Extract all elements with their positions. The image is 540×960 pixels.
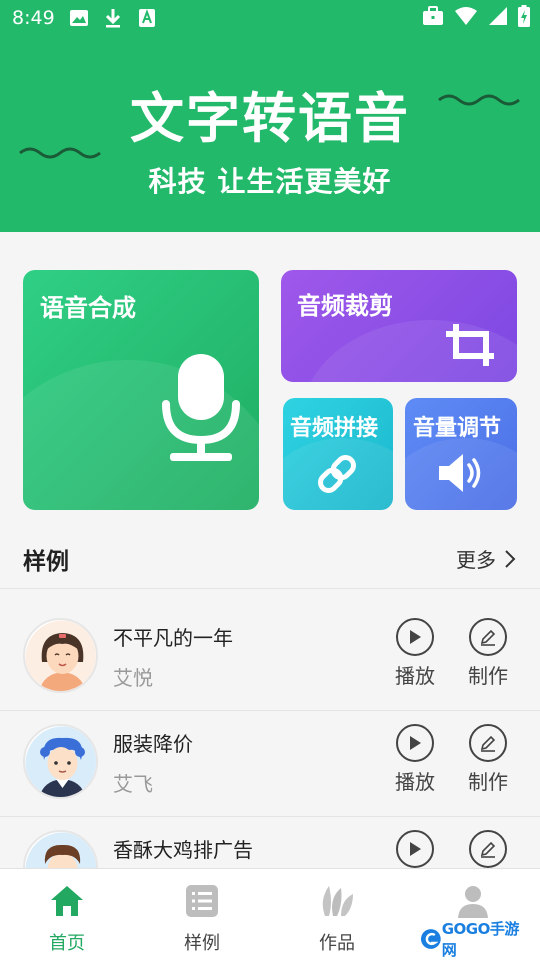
profile-icon <box>453 881 493 921</box>
samples-section-header: 样例 更多 <box>0 530 540 588</box>
make-button[interactable]: 制作 <box>466 724 510 795</box>
watermark-text: GOGO手游网 <box>441 920 520 959</box>
more-link[interactable]: 更多 <box>456 544 516 573</box>
image-icon <box>69 8 89 28</box>
sample-item[interactable]: 香酥大鸡排广告 <box>0 818 540 868</box>
divider <box>0 816 540 817</box>
audio-join-tile[interactable]: 音频拼接 <box>283 398 393 510</box>
sample-title: 香酥大鸡排广告 <box>113 838 253 862</box>
boy-avatar-icon <box>25 832 96 868</box>
play-button[interactable] <box>393 830 437 868</box>
play-icon <box>396 618 434 656</box>
volume-adjust-label: 音量调节 <box>413 416 502 441</box>
audio-crop-tile[interactable]: 音频裁剪 <box>281 270 517 382</box>
pencil-icon <box>469 724 507 762</box>
link-icon <box>318 455 356 493</box>
divider <box>0 710 540 711</box>
volume-adjust-tile[interactable]: 音量调节 <box>405 398 517 510</box>
girl-avatar-icon <box>25 620 96 691</box>
nav-samples-label: 样例 <box>184 933 220 954</box>
sample-title: 不平凡的一年 <box>113 626 233 650</box>
nav-works-label: 作品 <box>319 933 355 954</box>
signal-icon <box>488 6 508 31</box>
nav-works[interactable]: 作品 <box>292 881 382 955</box>
watermark-icon <box>420 929 441 949</box>
works-icon <box>317 881 357 921</box>
status-bar: 8:49 <box>0 0 540 36</box>
nav-home[interactable]: 首页 <box>22 881 112 955</box>
sample-title: 服装降价 <box>113 732 193 756</box>
list-icon <box>182 881 222 921</box>
play-button[interactable]: 播放 <box>393 618 437 689</box>
make-label: 制作 <box>468 664 508 688</box>
nav-samples[interactable]: 样例 <box>157 881 247 955</box>
speech-synthesis-label: 语音合成 <box>40 294 136 322</box>
audio-join-label: 音频拼接 <box>290 416 379 441</box>
briefcase-icon <box>422 5 444 31</box>
divider <box>0 588 540 589</box>
avatar <box>23 830 98 868</box>
pencil-icon <box>469 618 507 656</box>
speech-synthesis-tile[interactable]: 语音合成 <box>23 270 259 510</box>
battery-charging-icon <box>518 4 530 32</box>
sample-author: 艾飞 <box>113 772 153 796</box>
pencil-icon <box>469 830 507 868</box>
speaker-icon <box>439 454 481 492</box>
watermark-logo: GOGO手游网 <box>420 920 532 959</box>
play-label: 播放 <box>395 664 435 688</box>
make-button[interactable]: 制作 <box>466 618 510 689</box>
sample-item[interactable]: 服装降价 艾飞 播放 制作 <box>0 712 540 816</box>
font-a-icon <box>137 8 157 28</box>
sample-item[interactable]: 不平凡的一年 艾悦 播放 制作 <box>0 606 540 710</box>
nav-home-label: 首页 <box>49 933 85 954</box>
play-button[interactable]: 播放 <box>393 724 437 795</box>
crop-icon <box>446 324 494 366</box>
avatar <box>23 724 98 799</box>
sample-author: 艾悦 <box>113 666 153 690</box>
more-label: 更多 <box>456 548 496 572</box>
status-right-icons <box>422 0 530 36</box>
samples-section-title: 样例 <box>23 549 69 575</box>
play-icon <box>396 724 434 762</box>
avatar <box>23 618 98 693</box>
download-icon <box>103 8 123 28</box>
home-icon <box>47 881 87 921</box>
app-header: 8:49 文字转语音 科技 让生活更美好 <box>0 0 540 232</box>
wifi-icon <box>454 6 478 31</box>
make-button[interactable] <box>466 830 510 868</box>
make-label: 制作 <box>468 770 508 794</box>
nav-profile[interactable] <box>428 881 518 921</box>
play-label: 播放 <box>395 770 435 794</box>
play-icon <box>396 830 434 868</box>
boy-avatar-icon <box>25 726 96 797</box>
status-time: 8:49 <box>12 7 55 29</box>
microphone-icon <box>162 354 240 461</box>
page-title: 文字转语音 <box>130 86 410 150</box>
chevron-right-icon <box>505 549 516 568</box>
audio-crop-label: 音频裁剪 <box>297 292 393 320</box>
page-subtitle: 科技 让生活更美好 <box>148 165 392 198</box>
